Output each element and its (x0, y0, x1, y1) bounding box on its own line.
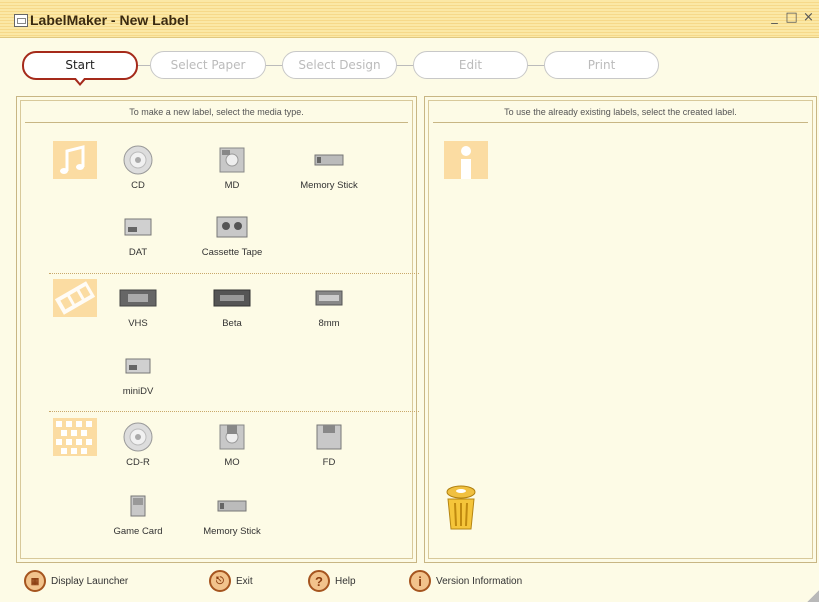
help-label: Help (335, 575, 356, 587)
minimize-button[interactable]: _ (768, 11, 781, 25)
exit-label: Exit (236, 575, 253, 587)
title-bar: LabelMaker - New Label _ □ × (0, 0, 819, 38)
media-beta[interactable]: Beta (187, 283, 277, 329)
vhs-icon (93, 283, 183, 313)
group-divider (49, 411, 419, 412)
step-select-paper[interactable]: Select Paper (150, 51, 266, 79)
media-label: MO (224, 457, 240, 468)
help-button[interactable]: ? Help (308, 570, 356, 592)
media-minidv[interactable]: miniDV (93, 351, 183, 397)
md-icon (187, 145, 277, 175)
media-label: DAT (128, 247, 148, 258)
version-info-button[interactable]: i Version Information (409, 570, 522, 592)
music-icon (53, 141, 97, 179)
media-label: 8mm (318, 318, 340, 329)
media-label: Game Card (113, 526, 163, 537)
step-connector (526, 65, 544, 66)
media-label: MD (224, 180, 240, 191)
new-label-panel: To make a new label, select the media ty… (16, 96, 419, 563)
step-select-design[interactable]: Select Design (282, 51, 397, 79)
data-icon (53, 418, 97, 456)
group-divider (49, 273, 419, 274)
media-label: Memory Stick (203, 526, 261, 537)
film-icon (53, 279, 97, 317)
launcher-grid-icon: ▦ (24, 570, 46, 592)
game-card-icon (93, 491, 183, 521)
existing-labels-panel: To use the already existing labels, sele… (424, 96, 817, 563)
step-start[interactable]: Start (22, 51, 138, 86)
beta-icon (187, 283, 277, 313)
media-label: FD (322, 457, 336, 468)
mo-icon (187, 422, 277, 452)
media-8mm[interactable]: 8mm (284, 283, 374, 329)
wizard-steps: Start Select Paper Select Design Edit Pr… (20, 51, 660, 86)
media-memory-stick[interactable]: Memory Stick (284, 145, 374, 191)
new-label-instructions: To make a new label, select the media ty… (25, 102, 408, 123)
media-label: miniDV (122, 386, 154, 397)
existing-labels-instructions: To use the already existing labels, sele… (433, 102, 808, 123)
display-launcher-button[interactable]: ▦ Display Launcher (24, 570, 128, 592)
close-button[interactable]: × (802, 11, 815, 25)
media-label: CD (131, 180, 145, 191)
step-connector (395, 65, 413, 66)
info-circle-icon: i (409, 570, 431, 592)
media-cd-r[interactable]: CD-R (93, 422, 183, 468)
media-vhs[interactable]: VHS (93, 283, 183, 329)
exit-button[interactable]: ⎋ Exit (209, 570, 253, 592)
memory-stick-icon (187, 491, 277, 521)
dat-icon (93, 212, 183, 242)
cd-icon (93, 145, 183, 175)
exit-door-icon: ⎋ (209, 570, 231, 592)
media-cd[interactable]: CD (93, 145, 183, 191)
media-label: Beta (222, 318, 242, 329)
info-icon (444, 141, 488, 179)
media-label: Memory Stick (300, 180, 358, 191)
memory-stick-icon (284, 145, 374, 175)
step-edit[interactable]: Edit (413, 51, 528, 79)
fd-icon (284, 422, 374, 452)
media-cassette-tape[interactable]: Cassette Tape (187, 212, 277, 258)
maximize-button[interactable]: □ (785, 11, 798, 25)
minidv-icon (93, 351, 183, 381)
version-info-label: Version Information (436, 575, 523, 587)
media-label: Cassette Tape (201, 247, 263, 258)
media-dat[interactable]: DAT (93, 212, 183, 258)
resize-grip[interactable] (807, 590, 819, 602)
8mm-icon (284, 283, 374, 313)
cassette-tape-icon (187, 212, 277, 242)
bottom-toolbar: ▦ Display Launcher ⎋ Exit ? Help i Versi… (0, 564, 819, 602)
media-mo[interactable]: MO (187, 422, 277, 468)
media-label: CD-R (126, 457, 150, 468)
media-game-card[interactable]: Game Card (93, 491, 183, 537)
app-icon (14, 14, 28, 27)
step-connector (264, 65, 282, 66)
window-title: LabelMaker - New Label (30, 12, 189, 28)
display-launcher-label: Display Launcher (51, 575, 129, 587)
media-memory-stick-data[interactable]: Memory Stick (187, 491, 277, 537)
window-controls: _ □ × (768, 11, 815, 25)
step-print[interactable]: Print (544, 51, 659, 79)
media-md[interactable]: MD (187, 145, 277, 191)
trash-icon[interactable] (443, 483, 483, 531)
help-question-icon: ? (308, 570, 330, 592)
cdr-icon (93, 422, 183, 452)
media-fd[interactable]: FD (284, 422, 374, 468)
media-label: VHS (128, 318, 148, 329)
